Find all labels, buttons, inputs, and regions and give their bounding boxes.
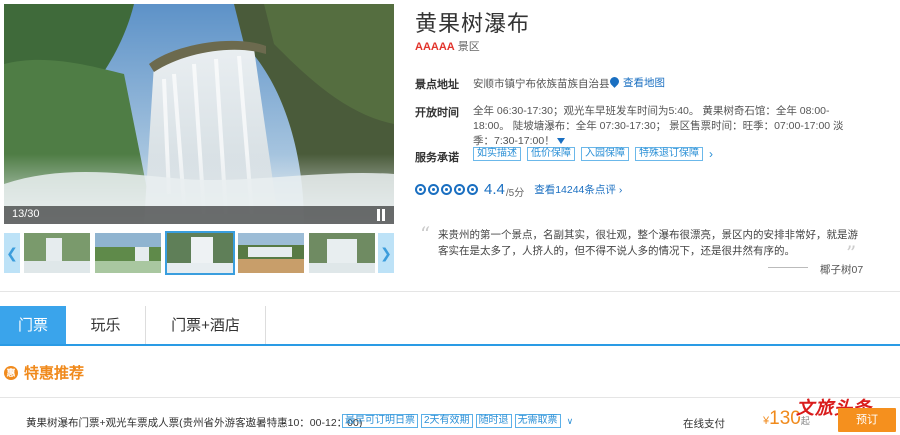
deal-item-name[interactable]: 黄果树瀑布门票+观光车票成人票(贵州省外游客遨暑特惠10：00-12：00) [26,415,362,430]
tab-activities[interactable]: 玩乐 [66,306,146,344]
chevron-right-icon: ❯ [380,245,392,261]
photo-gallery: 13/30 ❮ ❯ [4,4,394,275]
rating: 4.4 /5分 查看14244条点评 › [415,180,622,199]
rating-max: /5分 [505,188,525,199]
product-tabs: 门票 玩乐 门票+酒店 [0,306,900,346]
deal-tag[interactable]: 随时退 [475,414,512,428]
photo-counter: 13/30 [12,208,40,220]
hours-value: 全年 06:30-17:30；观光车早班发车时间为5:40。 黄果树奇石馆：全年… [473,104,853,149]
level-suffix: 景区 [457,41,480,53]
rating-circle-icon [454,184,465,195]
hours-label: 开放时间 [415,107,459,119]
rating-score: 4.4 [484,181,505,198]
thumbnail[interactable] [309,233,375,273]
divider [0,291,900,292]
rating-circle-icon [441,184,452,195]
rating-circle-icon [415,184,426,195]
promise-label: 服务承诺 [415,152,459,164]
photo-counter-bar: 13/30 [4,206,394,224]
promise-tag[interactable]: 低价保障 [527,147,575,161]
thumbnail[interactable] [24,233,90,273]
promise-tag[interactable]: 入园保障 [581,147,629,161]
view-map-label: 查看地图 [623,77,665,89]
hours-text: 全年 06:30-17:30；观光车早班发车时间为5:40。 黄果树奇石馆：全年… [473,105,844,147]
level-stars: AAAAA [415,41,455,53]
quote-open-icon: “ [420,222,431,246]
pause-icon[interactable] [376,209,386,221]
divider [768,267,808,268]
view-reviews-link[interactable]: 查看14244条点评 › [534,182,622,197]
thumbnail-strip: ❮ ❯ [4,231,394,275]
main-photo[interactable]: 13/30 [4,4,394,224]
rating-circle-icon [467,184,478,195]
thumbnail[interactable] [95,233,161,273]
deal-icon: 惠 [4,365,18,380]
deal-tag[interactable]: 2天有效期 [421,414,473,428]
promise-tags: 如实描述 低价保障 入园保障 特殊退订保障 › [473,147,713,161]
view-reviews-label: 查看14244条点评 [534,184,616,196]
deal-title: 特惠推荐 [24,365,85,382]
view-map-link[interactable]: 查看地图 [608,75,665,90]
address-label: 景点地址 [415,79,459,91]
next-thumb-button[interactable]: ❯ [378,233,394,273]
chevron-down-icon[interactable]: ∨ [567,416,574,427]
promise-tag[interactable]: 如实描述 [473,147,521,161]
rating-circle-icon [428,184,439,195]
waterfall-image [4,4,394,224]
thumbnail-active[interactable] [165,231,235,275]
review-author: 椰子树07 [820,264,864,276]
expand-caret-icon[interactable] [556,138,565,144]
deal-tag[interactable]: 无需取票 [514,414,561,428]
promise-tag[interactable]: 特殊退订保障 [635,147,703,161]
tab-ticket-hotel[interactable]: 门票+酒店 [146,306,266,344]
scenic-level: AAAAA 景区 [415,38,480,54]
tab-tickets[interactable]: 门票 [0,306,66,344]
deal-header: 惠 特惠推荐 [4,362,84,383]
thumbnail[interactable] [238,233,304,273]
book-button[interactable]: 预订 [838,408,896,432]
page-title: 黄果树瀑布 [415,11,531,36]
divider [0,397,900,398]
address-value: 安顺市镇宁布依族苗族自治县 [473,78,610,90]
chevron-left-icon: ❮ [6,245,18,261]
map-pin-icon [608,75,621,88]
deal-tags: 最早可订明日票 2天有效期 随时退 无需取票 ∨ [342,414,573,428]
deal-tag[interactable]: 最早可订明日票 [342,414,418,428]
chevron-right-icon[interactable]: › [709,147,713,161]
prev-thumb-button[interactable]: ❮ [4,233,20,273]
review-text: 来贵州的第一个景点，名副其实，很壮观，整个瀑布很漂亮，景区内的安排非常好，就是游… [438,229,858,257]
payment-method: 在线支付 [683,418,725,430]
